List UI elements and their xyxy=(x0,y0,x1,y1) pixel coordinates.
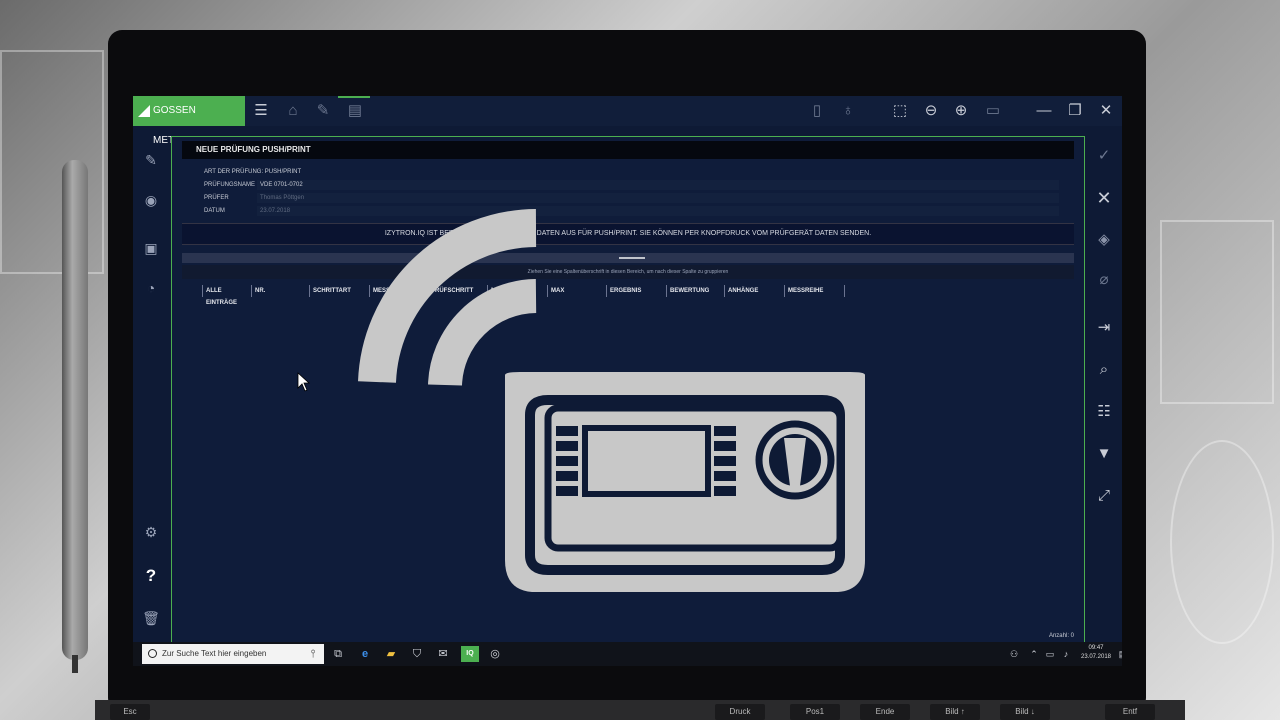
date-field[interactable]: 23.07.2018 xyxy=(257,206,1059,216)
app-logo: GOSSEN METRAWATT xyxy=(133,96,245,146)
screen-list-icon[interactable]: ▤ xyxy=(345,101,365,121)
microphone-icon[interactable]: ⫯ xyxy=(305,646,321,662)
plug-nav-icon[interactable]: ✎ xyxy=(141,150,161,170)
group-by-area[interactable]: Ziehen Sie eine Spaltenüberschrift in di… xyxy=(182,265,1074,279)
key-esc: Esc xyxy=(110,704,150,720)
main-panel: NEUE PRÜFUNG PUSH/PRINT ART DER PRÜFUNG:… xyxy=(171,136,1085,643)
help-icon[interactable]: ? xyxy=(141,566,161,586)
hamburger-menu-icon[interactable]: ☰ xyxy=(251,101,271,121)
network-icon[interactable]: ▭ xyxy=(1042,646,1058,662)
taskbar-search-input[interactable]: Zur Suche Text hier eingeben xyxy=(142,644,324,664)
column-header-all-entries[interactable]: ALLE EINTRÄGE xyxy=(202,285,252,306)
column-chooser-icon[interactable]: ☷ xyxy=(1094,402,1114,422)
tag-edit-icon[interactable]: ◈ xyxy=(1094,230,1114,250)
store-icon[interactable]: ⛉ xyxy=(409,646,425,662)
windows-start-icon[interactable]: ⊞ xyxy=(133,646,137,662)
column-header-nr[interactable]: NR. xyxy=(252,285,310,297)
background-hexagon xyxy=(1170,440,1274,644)
stylus-pen xyxy=(62,160,88,660)
windows-taskbar: ⊞ Zur Suche Text hier eingeben ⫯ ⧉ e ▰ ⛉… xyxy=(133,642,1122,666)
trash-icon[interactable]: 🗑 xyxy=(141,608,161,628)
settings-gears-icon[interactable]: ⚙ xyxy=(141,522,161,542)
record-count: Anzahl: 0 xyxy=(1048,633,1074,639)
volume-icon[interactable]: ♪ xyxy=(1058,646,1074,662)
field-label-tester: PRÜFER xyxy=(204,195,229,201)
splitter-grip[interactable] xyxy=(619,257,645,259)
key-bild-down: Bild ↓ xyxy=(1000,704,1050,720)
column-header-result[interactable]: ERGEBNIS xyxy=(607,285,667,297)
field-label-date: DATUM xyxy=(204,208,225,214)
app-globe-icon[interactable]: ◎ xyxy=(487,646,503,662)
column-header-attachments[interactable]: ANHÄNGE xyxy=(725,285,785,297)
confirm-check-icon[interactable]: ✓ xyxy=(1094,146,1114,166)
gauge-nav-icon[interactable]: ◔ xyxy=(141,278,161,298)
id-card-nav-icon[interactable]: ▣ xyxy=(141,238,161,258)
key-druck: Druck xyxy=(715,704,765,720)
search-circle-icon xyxy=(148,649,157,658)
tray-chevron-icon[interactable]: ⌃ xyxy=(1026,646,1042,662)
key-ende: Ende xyxy=(860,704,910,720)
file-explorer-icon[interactable]: ▰ xyxy=(383,646,399,662)
column-header-max[interactable]: MAX xyxy=(548,285,607,297)
column-header-test-step[interactable]: PRÜFSCHRITT xyxy=(428,285,488,297)
panel-title: NEUE PRÜFUNG PUSH/PRINT xyxy=(182,141,1074,159)
people-icon[interactable]: ⚇ xyxy=(1006,646,1022,662)
stylus-tip xyxy=(72,655,78,673)
window-layout-icon[interactable]: ▭ xyxy=(983,101,1003,121)
panel-toggle-icon[interactable]: ▯ xyxy=(807,101,827,121)
search-icon[interactable]: ⌕ xyxy=(1094,360,1114,380)
test-name-field[interactable]: VDE 0701-0702 xyxy=(257,180,1059,190)
tester-field[interactable]: Thomas Pöttgen xyxy=(257,193,1059,203)
filter-icon[interactable]: ▼ xyxy=(1094,444,1114,464)
task-view-icon[interactable]: ⧉ xyxy=(330,646,346,662)
active-tab-indicator xyxy=(338,96,370,98)
column-header-measured-value[interactable]: MESSWERT xyxy=(370,285,428,297)
column-header-series[interactable]: MESSREIHE xyxy=(785,285,845,297)
home-icon[interactable]: ⌂ xyxy=(283,101,303,121)
outlet-nav-icon[interactable]: ◉ xyxy=(141,190,161,210)
key-bild-up: Bild ↑ xyxy=(930,704,980,720)
column-header-rating[interactable]: BEWERTUNG xyxy=(667,285,725,297)
clock-time: 09:47 xyxy=(1088,645,1104,651)
left-sidebar: ✎ ◉ ▣ ◔ ⚙ ? 🗑 xyxy=(133,126,169,641)
izytron-iq-taskbar-icon[interactable]: IQ xyxy=(461,646,479,662)
column-header-min[interactable]: MIN xyxy=(488,285,548,297)
app-screen: GOSSEN METRAWATT ☰ ⌂ ✎ ▤ ▯ ♁ ⬚ ⊖ ⊕ ▭ — ❐… xyxy=(133,96,1122,666)
logo-triangle-icon xyxy=(138,105,150,117)
lightbulb-icon[interactable]: ♁ xyxy=(838,101,858,121)
right-sidebar: ✓ ✕ ◈ ⌀ ⇥ ⌕ ☷ ▼ ⤢ xyxy=(1086,126,1122,641)
edge-browser-icon[interactable]: e xyxy=(357,646,373,662)
notification-icon[interactable]: ▤ xyxy=(1115,646,1122,662)
mail-icon[interactable]: ✉ xyxy=(435,646,451,662)
plug-icon[interactable]: ✎ xyxy=(313,101,333,121)
field-label-test-name: PRÜFUNGSNAME xyxy=(204,182,256,188)
attachment-icon[interactable]: ⌀ xyxy=(1094,270,1114,290)
close-window-icon[interactable]: ✕ xyxy=(1096,101,1116,121)
minimize-icon[interactable]: — xyxy=(1034,101,1054,121)
taskbar-clock[interactable]: 09:47 23.07.2018 xyxy=(1079,644,1113,662)
background-hexagon xyxy=(0,50,104,274)
clock-date: 23.07.2018 xyxy=(1080,654,1112,660)
key-pos1: Pos1 xyxy=(790,704,840,720)
field-label-test-type: ART DER PRÜFUNG: PUSH/PRINT xyxy=(204,169,302,175)
info-message: IZYTRON.IQ IST BEREIT ZUM EMPFANG DER DA… xyxy=(182,223,1074,245)
expand-icon[interactable]: ⤢ xyxy=(1094,486,1114,506)
cancel-close-icon[interactable]: ✕ xyxy=(1094,188,1114,208)
zoom-in-icon[interactable]: ⊕ xyxy=(951,101,971,121)
key-entf: Entf xyxy=(1105,704,1155,720)
background-hexagon xyxy=(1160,220,1274,404)
zoom-out-icon[interactable]: ⊖ xyxy=(921,101,941,121)
select-cursor-icon[interactable]: ⬚ xyxy=(890,101,910,121)
excel-export-icon[interactable]: ⇥ xyxy=(1094,318,1114,338)
column-header-step-type[interactable]: SCHRITTART xyxy=(310,285,370,297)
title-bar: GOSSEN METRAWATT ☰ ⌂ ✎ ▤ ▯ ♁ ⬚ ⊖ ⊕ ▭ — ❐… xyxy=(133,96,1122,146)
restore-icon[interactable]: ❐ xyxy=(1065,101,1085,121)
